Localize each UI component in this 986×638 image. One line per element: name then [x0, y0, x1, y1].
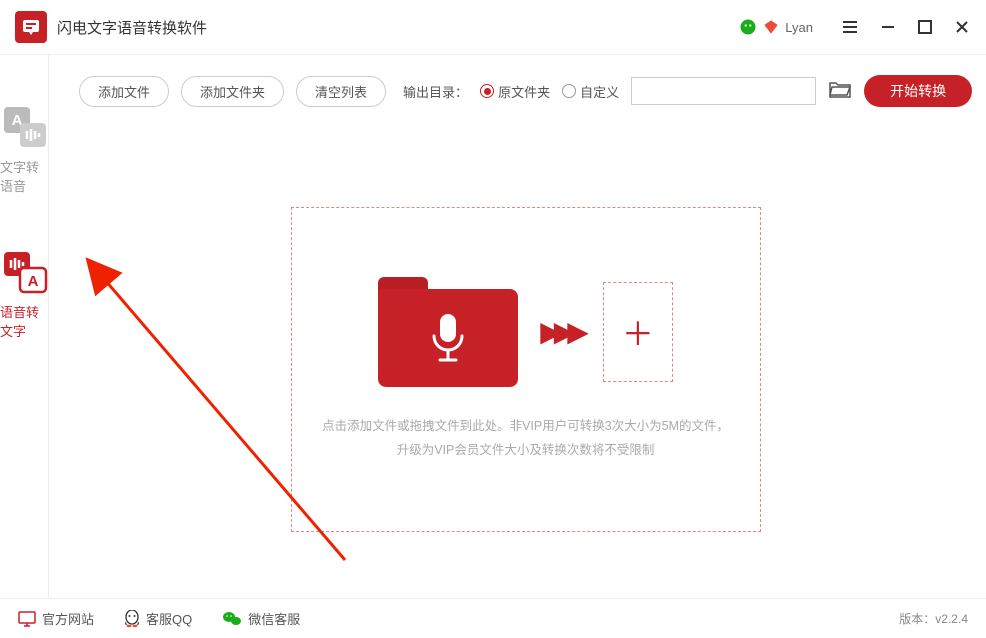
dropzone-text: 点击添加文件或拖拽文件到此处。非VIP用户可转换3次大小为5M的文件， 升级为V…: [322, 415, 729, 463]
toolbar: 添加文件 添加文件夹 清空列表 输出目录： 原文件夹 自定义 开始转换: [79, 75, 972, 107]
output-path-input[interactable]: [631, 77, 816, 105]
sidebar-item-stt[interactable]: A 语音转文字: [0, 250, 48, 340]
footer-qq-link[interactable]: 客服QQ: [124, 609, 192, 628]
monitor-icon: [18, 611, 36, 627]
clear-button[interactable]: 清空列表: [296, 76, 386, 107]
minimize-button[interactable]: [879, 18, 897, 36]
close-button[interactable]: [953, 18, 971, 36]
menu-button[interactable]: [841, 18, 859, 36]
dropzone-graphics: ▶▶▶ ＋: [378, 277, 673, 387]
radio-custom-folder[interactable]: 自定义: [562, 82, 619, 101]
add-folder-button[interactable]: 添加文件夹: [181, 76, 284, 107]
app-title: 闪电文字语音转换软件: [57, 17, 207, 38]
footer-wechat-link[interactable]: 微信客服: [222, 609, 300, 628]
footer-website-link[interactable]: 官方网站: [18, 609, 94, 628]
arrows-icon: ▶▶▶: [540, 315, 581, 348]
radio-checked-icon: [480, 84, 494, 98]
app-logo-icon: [15, 11, 47, 43]
radio-unchecked-icon: [562, 84, 576, 98]
sidebar-item-tts[interactable]: A 文字转语音: [0, 105, 48, 195]
wechat-icon: [739, 18, 757, 36]
svg-text:A: A: [28, 273, 39, 290]
titlebar: 闪电文字语音转换软件 Lyan: [0, 0, 986, 55]
start-convert-button[interactable]: 开始转换: [864, 75, 972, 107]
folder-mic-icon: [378, 277, 518, 387]
footer: 官方网站 客服QQ 微信客服 版本：v2.2.4: [0, 598, 986, 638]
add-box-button[interactable]: ＋: [603, 282, 673, 382]
username: Lyan: [785, 20, 813, 35]
sidebar-item-label: 语音转文字: [0, 302, 48, 340]
maximize-button[interactable]: [917, 19, 933, 35]
version-label: 版本：v2.2.4: [899, 610, 968, 627]
sidebar: A 文字转语音 A 语音转文字: [0, 55, 49, 598]
open-folder-button[interactable]: [828, 79, 852, 104]
main-panel: 添加文件 添加文件夹 清空列表 输出目录： 原文件夹 自定义 开始转换: [49, 55, 986, 598]
stt-icon: A: [0, 250, 48, 294]
radio-original-folder[interactable]: 原文件夹: [480, 82, 550, 101]
output-dir-label: 输出目录：: [403, 82, 468, 101]
tts-icon: A: [0, 105, 48, 149]
add-file-button[interactable]: 添加文件: [79, 76, 169, 107]
qq-icon: [124, 610, 140, 628]
plus-icon: ＋: [622, 309, 654, 355]
dropzone[interactable]: ▶▶▶ ＋ 点击添加文件或拖拽文件到此处。非VIP用户可转换3次大小为5M的文件…: [291, 207, 761, 532]
wechat-cs-icon: [222, 611, 242, 627]
diamond-icon: [763, 19, 779, 35]
sidebar-item-label: 文字转语音: [0, 157, 48, 195]
user-area[interactable]: Lyan: [739, 18, 813, 36]
